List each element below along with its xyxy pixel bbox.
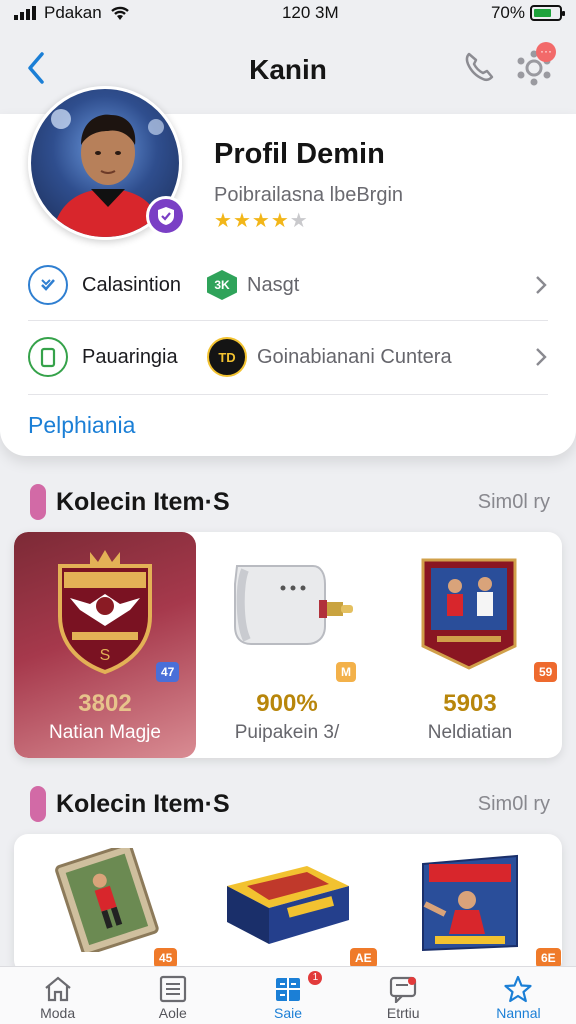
section-marker: [30, 786, 46, 822]
status-bar: Pdakan 120 3M 70%: [0, 0, 576, 26]
item-value: 900%: [256, 690, 318, 717]
profile-name: Profil Demin: [214, 138, 385, 170]
row-label: Calasintion: [82, 273, 181, 296]
see-all-link[interactable]: Sim0l ry: [478, 793, 550, 816]
message-icon: [390, 976, 417, 1003]
row-detail: TD Goinabianani Cuntera: [207, 337, 452, 377]
item-tag: 47: [156, 662, 180, 682]
item-name: Natian Magje: [49, 722, 161, 743]
nav-item-moda[interactable]: Moda: [0, 967, 115, 1024]
card-icon: [378, 552, 562, 672]
battery-percent: 70%: [490, 3, 525, 22]
item-tag: AE: [350, 948, 377, 968]
row-pauaringia[interactable]: Pauaringia TD Goinabianani Cuntera: [28, 332, 552, 382]
item-name: Puipakein 3/: [234, 722, 340, 743]
nav-item-etrtiu[interactable]: Etrtiu: [346, 967, 461, 1024]
star-icon: ★: [232, 210, 252, 232]
collection-card: 45 AE 6E: [14, 834, 562, 974]
settings-button[interactable]: ···: [514, 42, 556, 86]
item-name: Neldiatian: [427, 722, 513, 743]
item-value: 3802: [78, 690, 132, 717]
collection-item[interactable]: 6E: [378, 834, 562, 974]
photo-card-icon: [14, 848, 196, 952]
collection-card: S 47 3802 Natian Magje M 900% Puipakein …: [14, 532, 562, 758]
section-title: Kolecin Item·S: [56, 789, 230, 818]
box-icon: [196, 856, 378, 946]
page-title: Kanin: [249, 54, 327, 85]
signal-icon: [14, 6, 36, 20]
svg-text:S: S: [100, 647, 111, 664]
star-icon: ★: [270, 210, 290, 232]
section-title: Kolecin Item·S: [56, 487, 230, 516]
verified-badge: [146, 196, 186, 236]
crest-icon: S: [14, 546, 196, 676]
item-tag: M: [336, 662, 356, 682]
list-icon: [159, 975, 186, 1003]
check-circle-icon: [28, 265, 68, 305]
nav-badge: 1: [308, 971, 323, 985]
back-button[interactable]: [22, 50, 52, 86]
chevron-right-icon: [536, 348, 547, 366]
collection-item[interactable]: 59 5903 Neldiatian: [378, 532, 562, 758]
phone-frame-icon: [28, 337, 68, 377]
carrier-label: Pdakan: [44, 3, 102, 22]
battery-status: 70%: [490, 3, 565, 23]
call-button[interactable]: [462, 50, 496, 84]
star-icon: ★: [289, 210, 309, 232]
home-icon: [44, 976, 71, 1002]
row-detail-text: Goinabianani Cuntera: [257, 345, 452, 368]
team-logo-icon: TD: [207, 337, 247, 377]
divider: [28, 320, 548, 321]
phone-icon: [465, 52, 494, 82]
rating-stars: ★★★★★: [214, 208, 309, 233]
wifi-icon: [110, 6, 129, 20]
nav-item-saie[interactable]: 1 Saie: [230, 967, 345, 1024]
collection-item[interactable]: 45: [14, 834, 196, 974]
item-tag: 6E: [536, 948, 561, 968]
chevron-right-icon: [536, 276, 547, 294]
bottom-navigation: Moda Aole 1 Saie Etrtiu Nannal: [0, 966, 576, 1024]
row-detail: 3K Nasgt: [207, 270, 299, 300]
nav-label: Aole: [158, 1005, 187, 1021]
grid-icon: [276, 978, 300, 1001]
item-tag: 45: [154, 948, 178, 968]
see-all-link[interactable]: Sim0l ry: [478, 491, 550, 514]
star-icon: ★: [214, 210, 233, 232]
profile-card: Profil Demin Poibrailasna lbeBrgin ★★★★★…: [0, 86, 576, 456]
section-header: Kolecin Item·S Sim0l ry: [30, 482, 550, 522]
divider: [28, 394, 548, 395]
item-tag: 59: [534, 662, 558, 682]
row-detail-text: Nasgt: [247, 273, 300, 296]
star-icon: ★: [251, 210, 271, 232]
section-marker: [30, 484, 46, 520]
star-icon: [504, 975, 533, 1003]
game-badge-icon: 3K: [207, 270, 237, 300]
nav-label: Nannal: [496, 1005, 541, 1021]
status-left: Pdakan: [14, 3, 130, 23]
nav-label: Moda: [40, 1005, 76, 1021]
row-label: Pauaringia: [82, 345, 178, 368]
row-calasintion[interactable]: Calasintion 3K Nasgt: [28, 260, 552, 310]
chevron-left-icon: [28, 52, 44, 84]
profile-link[interactable]: Pelphiania: [28, 412, 135, 439]
section-header: Kolecin Item·S Sim0l ry: [30, 784, 550, 824]
collection-item[interactable]: AE: [196, 834, 378, 974]
nav-item-nannal[interactable]: Nannal: [461, 967, 576, 1024]
shield-icon: [158, 207, 174, 225]
game-box-icon: [378, 850, 562, 954]
clock: 120 3M: [281, 3, 339, 22]
nav-label: Etrtiu: [386, 1005, 420, 1021]
device-icon: [196, 554, 378, 654]
collection-item[interactable]: S 47 3802 Natian Magje: [14, 532, 196, 758]
nav-label: Saie: [273, 1005, 303, 1021]
notification-badge: ···: [536, 42, 556, 62]
battery-icon: [530, 5, 565, 21]
collection-item[interactable]: M 900% Puipakein 3/: [196, 532, 378, 758]
nav-item-aole[interactable]: Aole: [115, 967, 230, 1024]
profile-subtitle: Poibrailasna lbeBrgin: [214, 184, 404, 206]
item-value: 5903: [443, 690, 497, 717]
